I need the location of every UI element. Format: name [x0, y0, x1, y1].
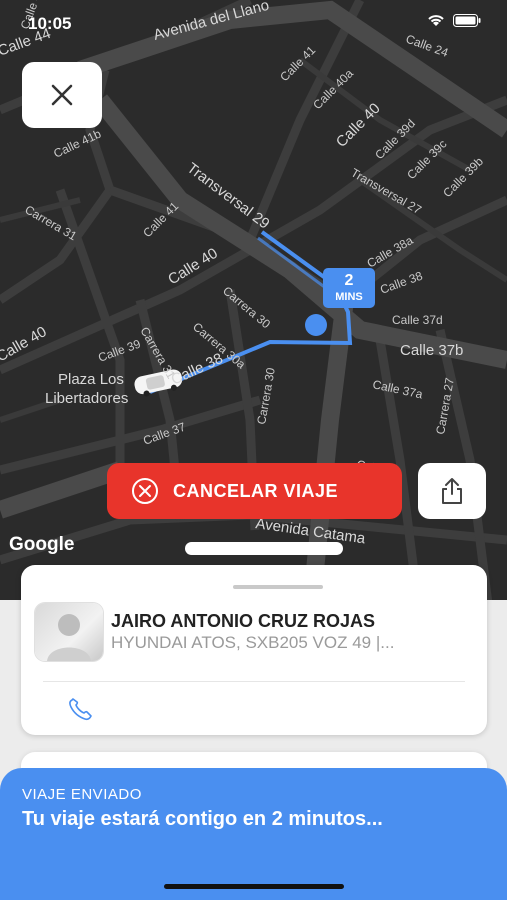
eta-badge: 2 MINS: [323, 268, 375, 308]
street-label: Calle 39b: [440, 154, 486, 200]
pickup-location-dot: [305, 314, 327, 336]
street-label: Carrera 30: [254, 366, 278, 425]
status-icons: [427, 14, 481, 27]
status-bar: 10:05: [0, 0, 507, 40]
cancel-trip-label: CANCELAR VIAJE: [173, 480, 339, 501]
call-driver-button[interactable]: [65, 695, 95, 723]
close-icon: [51, 84, 73, 106]
poi-label: Plaza Los: [58, 371, 124, 388]
sheet-grabber[interactable]: [185, 542, 343, 555]
street-label: Calle 37a: [371, 377, 424, 401]
card-handle[interactable]: [233, 585, 323, 589]
status-time: 10:05: [28, 14, 72, 33]
driver-name: JAIRO ANTONIO CRUZ ROJAS: [111, 611, 376, 631]
street-label: Calle 38: [169, 350, 226, 389]
wifi-icon: [428, 15, 444, 26]
trip-status-panel: VIAJE ENVIADO Tu viaje estará contigo en…: [0, 768, 507, 900]
vehicle-info: HYUNDAI ATOS, SXB205 VOZ 49 |...: [111, 633, 395, 652]
trip-status-message: Tu viaje estará contigo en 2 minutos...: [22, 808, 383, 830]
street-label: Calle 40: [333, 100, 384, 151]
street-label: Calle 41: [277, 43, 318, 84]
close-button[interactable]: [22, 62, 102, 128]
cancel-circle-icon: [132, 478, 158, 504]
street-label: Carrera 30: [220, 284, 273, 332]
trip-status-kicker: VIAJE ENVIADO: [22, 786, 142, 803]
card-divider: [43, 681, 465, 682]
eta-value: 2: [344, 272, 354, 289]
driver-card[interactable]: JAIRO ANTONIO CRUZ ROJAS HYUNDAI ATOS, S…: [21, 565, 487, 735]
poi-label: Libertadores: [45, 390, 128, 407]
street-label: Calle 37: [141, 419, 187, 447]
street-label: Calle 37b: [400, 342, 463, 359]
driver-photo-icon: [47, 614, 91, 661]
battery-icon: [453, 14, 481, 27]
phone-icon: [69, 698, 92, 721]
street-label: Calle 37d: [392, 313, 443, 327]
share-button[interactable]: [418, 463, 486, 519]
eta-unit: MINS: [335, 291, 363, 303]
cancel-trip-button[interactable]: CANCELAR VIAJE: [107, 463, 402, 519]
driver-avatar: [35, 603, 103, 661]
google-logo: Google: [9, 534, 75, 555]
home-indicator: [164, 884, 344, 889]
share-icon: [442, 478, 462, 504]
